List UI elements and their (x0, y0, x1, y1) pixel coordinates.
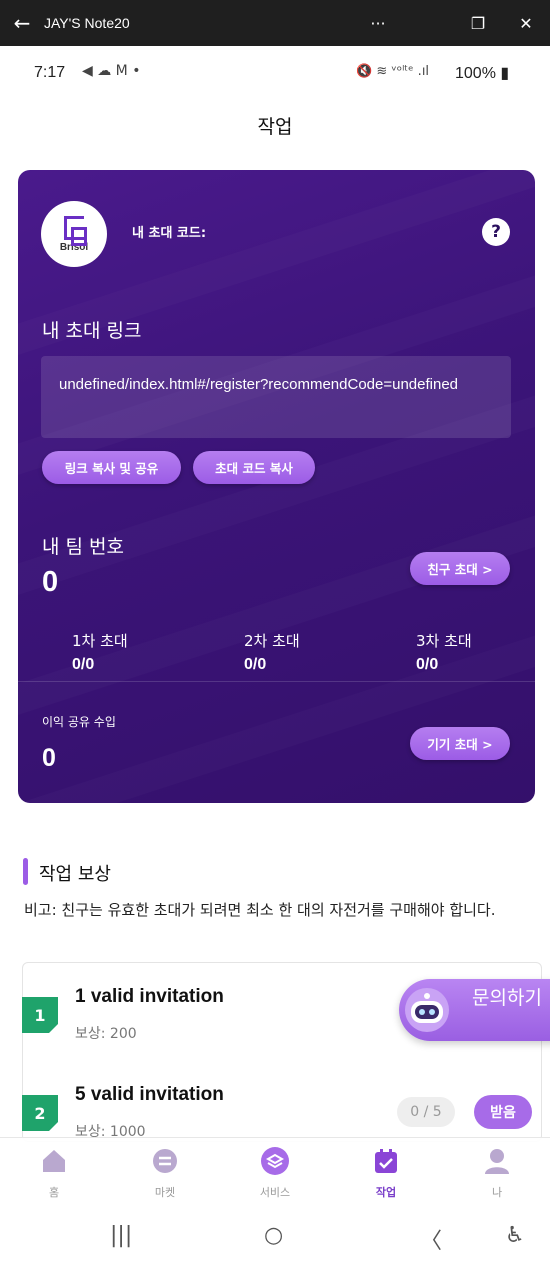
invite-device-button[interactable]: 기기 초대 > (410, 727, 510, 760)
invite-friend-button[interactable]: 친구 초대 > (410, 552, 510, 585)
brand-logo: Brisol (41, 201, 107, 267)
nav-home-label: 홈 (48, 1186, 60, 1199)
nav-task[interactable]: 작업 (351, 1146, 421, 1200)
task-2-claim-button[interactable]: 받음 (474, 1095, 532, 1129)
invite-link-value: undefined/index.html#/register?recommend… (41, 356, 511, 438)
recents-icon[interactable]: ||| (110, 1223, 132, 1248)
profile-icon (485, 1149, 509, 1174)
accessibility-icon[interactable]: ♿ (505, 1223, 525, 1248)
status-time: 7:17 (34, 64, 66, 81)
copy-link-share-button[interactable]: 링크 복사 및 공유 (42, 451, 181, 484)
task-1-reward: 보상: 200 (75, 1026, 137, 1042)
back-arrow-icon[interactable]: ← (0, 11, 44, 35)
signal-icons: 🔇 ≋ ᵛᵒˡᵗᵉ .ıl (356, 64, 430, 79)
task-note: 비고: 친구는 유효한 초대가 되려면 최소 한 대의 자전거를 구매해야 합니… (24, 901, 496, 919)
tier-3-label: 3차 초대 (416, 632, 472, 650)
window-title: JAY'S Note20 (44, 15, 130, 31)
section-accent-bar (23, 858, 28, 885)
nav-profile-label: 나 (491, 1186, 503, 1199)
battery-icon: ▮ (500, 65, 510, 82)
copy-invite-code-button[interactable]: 초대 코드 복사 (193, 451, 315, 484)
battery-level: 100% ▮ (455, 65, 510, 82)
task-reward-title: 작업 보상 (39, 864, 111, 885)
nav-service[interactable]: 서비스 (240, 1146, 310, 1200)
system-nav-bar: ||| ○ 〈 ♿ (0, 1205, 550, 1273)
card-divider (18, 681, 535, 682)
tier-1-value: 0/0 (72, 656, 95, 673)
nav-service-label: 서비스 (259, 1186, 291, 1199)
restore-window-icon[interactable]: ❐ (456, 0, 500, 46)
task-1-name: 1 valid invitation (75, 986, 224, 1007)
task-2-name: 5 valid invitation (75, 1084, 224, 1105)
profit-share-label: 이익 공유 수입 (42, 715, 116, 729)
status-bar: 7:17 ◀ ☁ M • 🔇 ≋ ᵛᵒˡᵗᵉ .ıl 100% ▮ (0, 46, 550, 96)
task-2-badge: 2 (22, 1095, 58, 1131)
help-icon[interactable]: ? (482, 218, 510, 246)
task-1-badge: 1 (22, 997, 58, 1033)
page-title: 작업 (257, 116, 293, 138)
more-options-icon[interactable]: ··· (356, 0, 400, 46)
task-icon (375, 1149, 397, 1173)
tier-1-label: 1차 초대 (72, 632, 128, 650)
team-number-title: 내 팀 번호 (42, 536, 124, 558)
tier-2-value: 0/0 (244, 656, 267, 673)
home-button-icon[interactable]: ○ (264, 1223, 283, 1248)
logo-mark-icon (64, 215, 87, 246)
task-2-progress: 0 / 5 (397, 1097, 455, 1127)
contact-us-label: 문의하기 (472, 987, 542, 1009)
notification-icons: ◀ ☁ M • (82, 63, 141, 79)
service-icon (261, 1147, 289, 1175)
market-icon (153, 1149, 177, 1173)
nav-profile[interactable]: 나 (462, 1146, 532, 1200)
home-icon (43, 1150, 65, 1172)
contact-us-button[interactable]: 문의하기 (399, 979, 550, 1041)
nav-market-label: 마켓 (154, 1186, 176, 1199)
robot-icon (405, 988, 449, 1032)
window-title-bar: ← JAY'S Note20 ··· ❐ ✕ (0, 0, 550, 46)
tier-2-label: 2차 초대 (244, 632, 300, 650)
bottom-nav: 홈 마켓 서비스 작업 나 (0, 1137, 550, 1205)
close-window-icon[interactable]: ✕ (504, 0, 548, 46)
team-number-value: 0 (42, 566, 59, 598)
nav-home[interactable]: 홈 (19, 1146, 89, 1200)
invite-card: Brisol 내 초대 코드: ? 내 초대 링크 undefined/inde… (18, 170, 535, 803)
tier-3-value: 0/0 (416, 656, 439, 673)
nav-task-label: 작업 (375, 1186, 397, 1199)
invite-link-title: 내 초대 링크 (42, 320, 142, 342)
invite-code-label: 내 초대 코드: (132, 226, 207, 241)
nav-market[interactable]: 마켓 (130, 1146, 200, 1200)
profit-share-value: 0 (42, 744, 56, 772)
back-icon[interactable]: 〈 (420, 1223, 442, 1255)
